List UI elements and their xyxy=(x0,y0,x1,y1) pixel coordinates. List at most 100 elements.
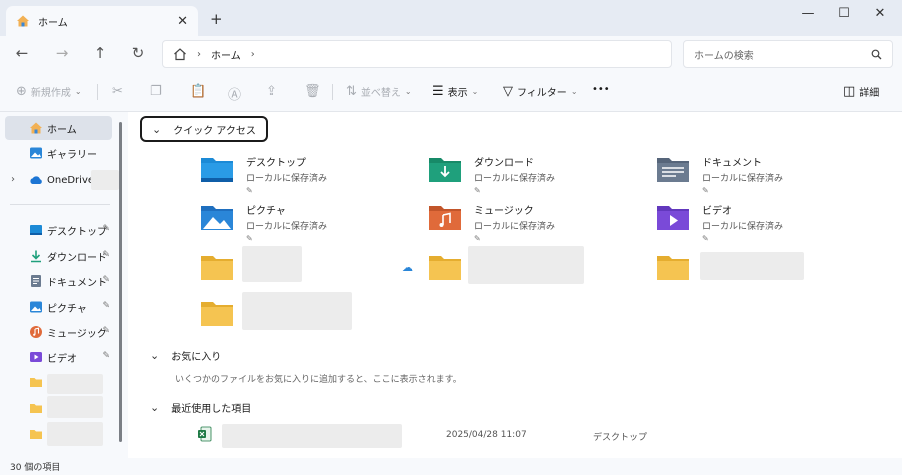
folder-icon xyxy=(30,404,42,413)
sidebar-item-music[interactable]: ミュージック ✎ xyxy=(5,320,112,344)
cloud-sync-icon: ☁ xyxy=(402,261,413,274)
quick-access-videos[interactable]: ビデオ ローカルに保存済み ✎ xyxy=(656,202,783,243)
search-icon xyxy=(871,49,882,59)
item-name: ピクチャ xyxy=(246,206,286,217)
pin-icon[interactable]: ✎ xyxy=(102,275,110,285)
blurred-folder-name xyxy=(700,252,804,280)
quick-access-folder[interactable] xyxy=(200,298,234,328)
breadcrumb-chevron[interactable]: › xyxy=(251,49,255,60)
sidebar-item-label: ギャラリー xyxy=(47,149,97,161)
quick-access-documents[interactable]: ドキュメント ローカルに保存済み ✎ xyxy=(656,154,783,195)
share-button[interactable]: ⇪ xyxy=(266,84,277,99)
cloud-icon xyxy=(30,176,42,184)
pin-icon[interactable]: ✎ xyxy=(102,351,110,361)
copy-button[interactable]: ❐ xyxy=(150,84,162,99)
sidebar-scrollbar[interactable] xyxy=(119,122,122,442)
sidebar-item-home[interactable]: ホーム xyxy=(5,116,112,140)
item-name: ドキュメント xyxy=(702,158,762,169)
sidebar-item-folder[interactable] xyxy=(5,370,112,394)
desktop-icon xyxy=(30,225,42,235)
sidebar-item-desktop[interactable]: デスクトップ ✎ xyxy=(5,218,112,242)
item-status: ローカルに保存済み xyxy=(474,222,556,232)
search-box[interactable]: ホームの検索 xyxy=(683,40,893,68)
cut-button[interactable]: ✂ xyxy=(112,84,123,99)
document-icon xyxy=(31,275,41,287)
sidebar-item-onedrive[interactable]: OneDrive xyxy=(5,168,119,192)
details-button[interactable]: ◫ 詳細 xyxy=(843,84,879,99)
pictures-folder-icon xyxy=(201,206,233,230)
sidebar-item-folder[interactable] xyxy=(5,396,112,420)
content-pane: ⌄ クイック アクセス デスクトップ ローカルに保存済み ✎ ダウンロード ロー… xyxy=(128,112,902,458)
pin-icon[interactable]: ✎ xyxy=(102,301,110,311)
favorites-header[interactable]: ⌄ お気に入り xyxy=(150,342,221,368)
quick-access-pictures[interactable]: ピクチャ ローカルに保存済み ✎ xyxy=(200,202,327,243)
recent-header[interactable]: ⌄ 最近使用した項目 xyxy=(150,394,251,420)
view-button[interactable]: ☰ 表示 ⌄ xyxy=(432,84,478,99)
forward-button[interactable]: → xyxy=(52,44,72,62)
sidebar-item-folder[interactable] xyxy=(5,422,112,446)
sidebar-item-label: ミュージック xyxy=(47,328,107,340)
maximize-button[interactable]: ☐ xyxy=(834,6,854,21)
tab-home[interactable]: ホーム ✕ xyxy=(6,6,198,36)
item-status: ローカルに保存済み xyxy=(246,222,328,232)
back-button[interactable]: ← xyxy=(12,44,32,62)
pin-icon[interactable]: ✎ xyxy=(102,224,110,234)
folder-icon xyxy=(201,256,233,280)
pin-icon[interactable]: ✎ xyxy=(102,250,110,260)
close-window-button[interactable]: ✕ xyxy=(870,6,890,21)
music-folder-icon xyxy=(429,206,461,230)
desktop-folder-icon xyxy=(201,158,233,182)
blurred-account-name xyxy=(91,170,119,190)
rename-button[interactable]: Ⓐ xyxy=(228,84,241,103)
blurred-folder-name xyxy=(47,374,103,394)
home-icon xyxy=(30,122,42,134)
sidebar-item-videos[interactable]: ビデオ ✎ xyxy=(5,345,112,369)
pin-icon: ✎ xyxy=(246,186,253,195)
quick-access-music[interactable]: ミュージック ローカルに保存済み ✎ xyxy=(428,202,555,243)
filter-icon: ▽ xyxy=(503,84,513,99)
sidebar-item-downloads[interactable]: ダウンロード ✎ xyxy=(5,244,112,268)
filter-button[interactable]: ▽ フィルター ⌄ xyxy=(503,84,578,99)
sidebar-item-gallery[interactable]: ギャラリー xyxy=(5,141,112,165)
copy-icon: ❐ xyxy=(150,84,162,99)
blurred-folder-name xyxy=(242,246,302,282)
item-name: ダウンロード xyxy=(474,158,534,169)
sort-button[interactable]: ⇅ 並べ替え ⌄ xyxy=(346,84,412,99)
quick-access-desktop[interactable]: デスクトップ ローカルに保存済み ✎ xyxy=(200,154,327,195)
navigation-bar: ← → ↑ ↻ › ホーム › ホームの検索 xyxy=(0,36,902,72)
view-icon: ☰ xyxy=(432,84,444,99)
address-bar[interactable]: › ホーム › xyxy=(162,40,672,68)
paste-button[interactable]: 📋 xyxy=(190,84,206,99)
title-bar: ホーム ✕ + — ☐ ✕ xyxy=(0,0,902,36)
pin-icon[interactable]: ✎ xyxy=(102,326,110,336)
rename-icon: Ⓐ xyxy=(228,88,242,103)
new-tab-button[interactable]: + xyxy=(210,10,223,28)
tab-close-icon[interactable]: ✕ xyxy=(177,14,188,29)
pictures-icon xyxy=(30,301,42,313)
item-name: ミュージック xyxy=(474,206,534,217)
minimize-button[interactable]: — xyxy=(798,6,818,21)
breadcrumb-home[interactable]: ホーム xyxy=(211,47,241,62)
more-options-button[interactable]: ••• xyxy=(592,84,610,95)
up-button[interactable]: ↑ xyxy=(90,44,110,62)
share-icon: ⇪ xyxy=(266,84,277,99)
quick-access-downloads[interactable]: ダウンロード ローカルに保存済み ✎ xyxy=(428,154,555,195)
sidebar-item-documents[interactable]: ドキュメント ✎ xyxy=(5,269,112,293)
details-label: 詳細 xyxy=(859,88,880,99)
chevron-down-icon: ⌄ xyxy=(150,400,160,414)
quick-access-folder[interactable] xyxy=(200,252,234,282)
search-input[interactable]: ホームの検索 xyxy=(694,47,871,62)
folder-icon xyxy=(201,302,233,326)
quick-access-folder[interactable] xyxy=(428,252,462,282)
quick-access-header[interactable]: ⌄ クイック アクセス xyxy=(140,116,268,142)
tab-label: ホーム xyxy=(38,17,68,29)
recent-file-row[interactable] xyxy=(198,426,212,442)
delete-button[interactable]: 🗑 xyxy=(304,84,321,99)
item-name: ビデオ xyxy=(702,206,732,217)
refresh-button[interactable]: ↻ xyxy=(128,44,148,62)
blurred-folder-name xyxy=(47,396,103,418)
new-button[interactable]: ⊕ 新規作成 ⌄ xyxy=(16,84,82,99)
command-bar: ⊕ 新規作成 ⌄ ✂ ❐ 📋 Ⓐ ⇪ 🗑 ⇅ 並べ替え ⌄ ☰ 表示 ⌄ ▽ フ… xyxy=(0,72,902,112)
sidebar-item-pictures[interactable]: ピクチャ ✎ xyxy=(5,295,112,319)
quick-access-folder[interactable] xyxy=(656,252,690,282)
